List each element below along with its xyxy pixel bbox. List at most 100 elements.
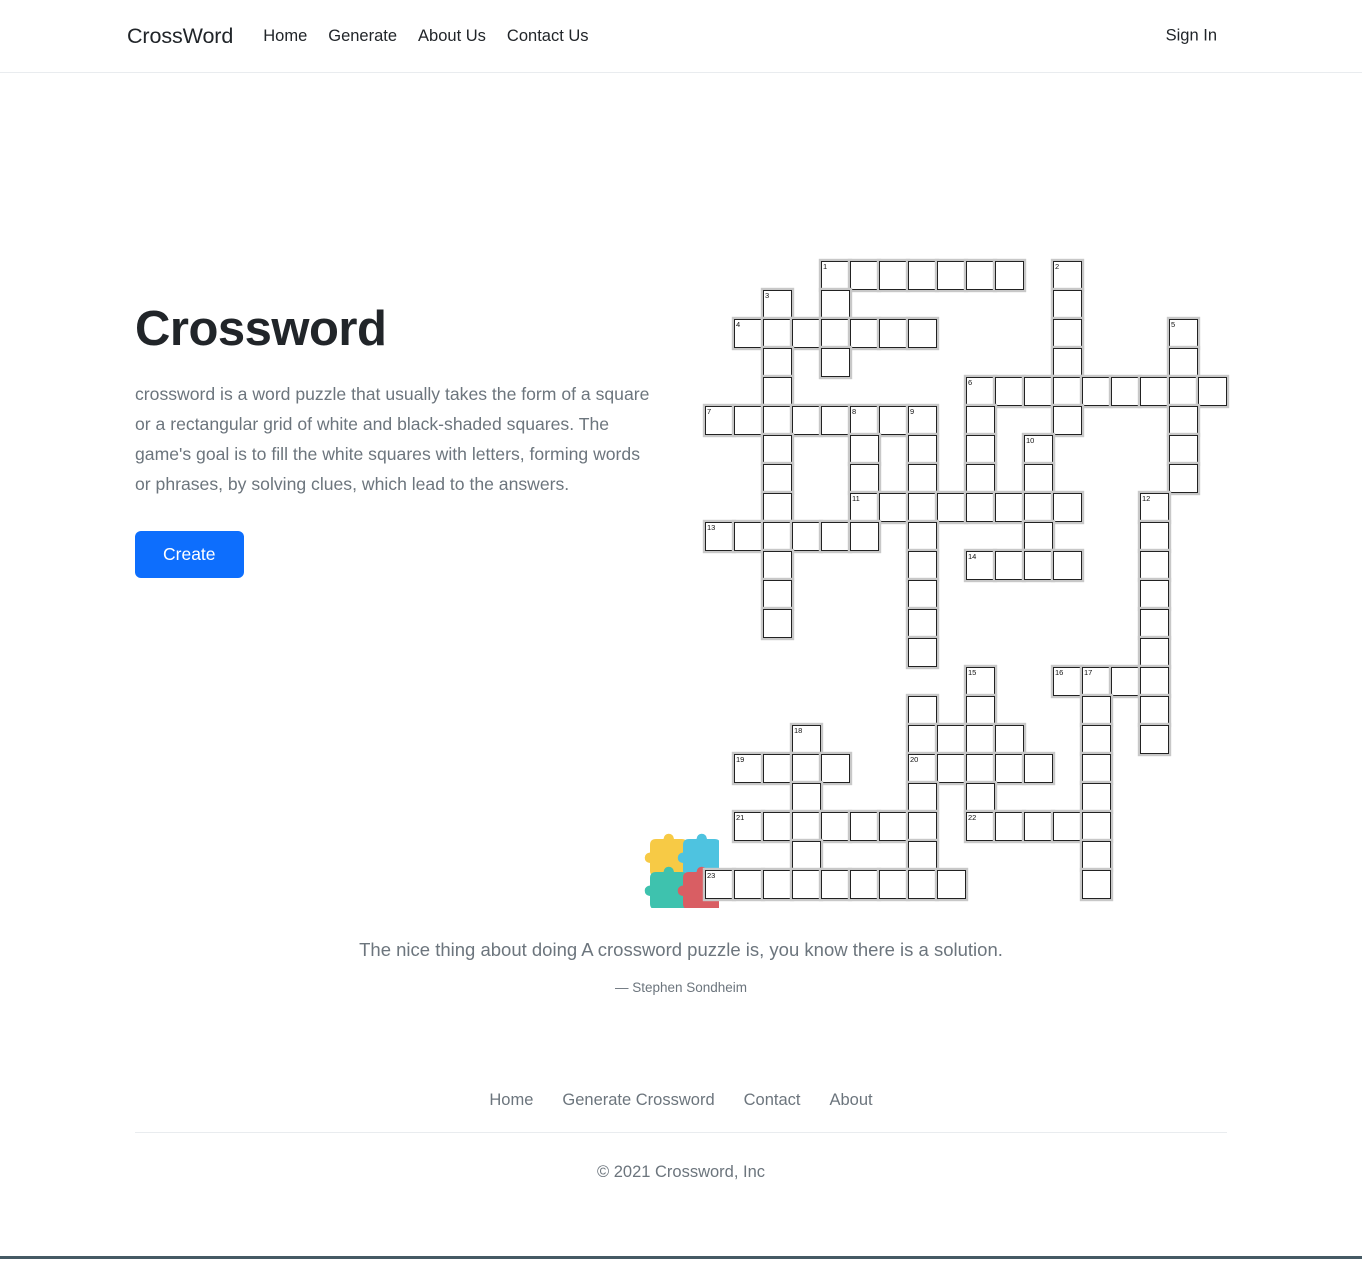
crossword-cell: 19 — [734, 754, 763, 783]
crossword-cell: 1 — [821, 261, 850, 290]
crossword-cell — [734, 522, 763, 551]
crossword-cell — [966, 406, 995, 435]
crossword-cell: 11 — [850, 493, 879, 522]
crossword-cell — [879, 493, 908, 522]
crossword-cell-number: 18 — [794, 726, 803, 735]
crossword-cell — [908, 493, 937, 522]
crossword-cell — [966, 754, 995, 783]
hero-description: crossword is a word puzzle that usually … — [135, 383, 650, 494]
footer-link-generate-crossword[interactable]: Generate Crossword — [562, 1091, 714, 1110]
crossword-cell — [1053, 290, 1082, 319]
brand-logo-link[interactable]: CrossWord — [127, 24, 233, 49]
crossword-cell — [908, 725, 937, 754]
copyright-text: © 2021 Crossword, Inc — [596, 1162, 766, 1181]
crossword-cell-number: 15 — [968, 668, 977, 677]
crossword-cell — [821, 522, 850, 551]
crossword-cell: 9 — [908, 406, 937, 435]
crossword-cell — [937, 725, 966, 754]
crossword-cell — [850, 319, 879, 348]
crossword-cell — [763, 870, 792, 899]
sign-in-link[interactable]: Sign In — [1166, 27, 1217, 45]
crossword-cell-number: 21 — [736, 813, 745, 822]
crossword-cell-number: 4 — [736, 320, 741, 329]
crossword-cell — [1053, 377, 1082, 406]
crossword-cell: 13 — [705, 522, 734, 551]
crossword-cell — [966, 493, 995, 522]
crossword-cell-number: 3 — [765, 291, 770, 300]
crossword-cell: 18 — [792, 725, 821, 754]
crossword-cell: 23 — [705, 870, 734, 899]
create-button[interactable]: Create — [135, 530, 244, 578]
crossword-cell — [1140, 609, 1169, 638]
crossword-cell: 20 — [908, 754, 937, 783]
crossword-cell — [850, 812, 879, 841]
crossword-cell — [821, 348, 850, 377]
crossword-cell — [1053, 319, 1082, 348]
crossword-cell — [763, 348, 792, 377]
crossword-cell-number: 9 — [910, 407, 915, 416]
crossword-cell — [1140, 725, 1169, 754]
crossword-cell-number: 22 — [968, 813, 977, 822]
crossword-cell — [1140, 638, 1169, 667]
crossword-cell — [821, 406, 850, 435]
crossword-cell — [1082, 696, 1111, 725]
crossword-cell — [850, 464, 879, 493]
footer-link-about[interactable]: About — [830, 1091, 873, 1110]
crossword-cell — [908, 464, 937, 493]
crossword-cell — [1111, 667, 1140, 696]
footer-link-contact[interactable]: Contact — [744, 1091, 801, 1110]
crossword-cell — [1024, 754, 1053, 783]
crossword-cell — [1169, 348, 1198, 377]
crossword-cell — [792, 841, 821, 870]
crossword-cell — [792, 319, 821, 348]
crossword-cell — [792, 870, 821, 899]
crossword-cell: 6 — [966, 377, 995, 406]
crossword-cell: 7 — [705, 406, 734, 435]
crossword-cell — [879, 812, 908, 841]
crossword-cell — [1082, 754, 1111, 783]
crossword-cell — [995, 377, 1024, 406]
crossword-cell — [908, 319, 937, 348]
crossword-illustration: 1 2 3 4 5 6 7 8 9 10 11 12 13 14 15 16 17 18 19 20 21 22 23 — [705, 261, 1245, 899]
nav-link-contact-us[interactable]: Contact Us — [507, 27, 589, 46]
crossword-cell — [792, 522, 821, 551]
crossword-cell — [1053, 348, 1082, 377]
crossword-cell — [1082, 812, 1111, 841]
crossword-cell — [879, 406, 908, 435]
crossword-cell — [1169, 377, 1198, 406]
crossword-cell — [966, 464, 995, 493]
crossword-cell-number: 8 — [852, 407, 857, 416]
crossword-cell — [908, 638, 937, 667]
footer-nav: Home Generate Crossword Contact About — [135, 1091, 1227, 1133]
hero-section: Crossword crossword is a word puzzle tha… — [0, 73, 1362, 899]
footer-link-home[interactable]: Home — [489, 1091, 533, 1110]
crossword-cell: 12 — [1140, 493, 1169, 522]
crossword-cell — [763, 522, 792, 551]
crossword-cell — [1053, 493, 1082, 522]
nav-link-generate[interactable]: Generate — [328, 27, 397, 46]
crossword-cell — [966, 783, 995, 812]
crossword-cell — [821, 870, 850, 899]
crossword-cell — [1169, 406, 1198, 435]
crossword-cell-number: 13 — [707, 523, 716, 532]
crossword-cell: 21 — [734, 812, 763, 841]
crossword-cell — [1169, 464, 1198, 493]
crossword-cell — [850, 522, 879, 551]
crossword-cell — [995, 754, 1024, 783]
crossword-cell — [879, 870, 908, 899]
nav-link-home[interactable]: Home — [263, 27, 307, 46]
crossword-cell — [1140, 580, 1169, 609]
nav-link-about-us[interactable]: About Us — [418, 27, 486, 46]
crossword-cell — [763, 319, 792, 348]
crossword-cell — [763, 464, 792, 493]
crossword-cell-number: 12 — [1142, 494, 1151, 503]
crossword-cell — [937, 261, 966, 290]
crossword-cell — [908, 783, 937, 812]
crossword-cell-number: 14 — [968, 552, 977, 561]
bottom-accent-bar — [0, 1256, 1362, 1265]
crossword-cell — [821, 812, 850, 841]
crossword-cell: 4 — [734, 319, 763, 348]
crossword-cell — [908, 261, 937, 290]
crossword-cell — [966, 696, 995, 725]
crossword-cell: 8 — [850, 406, 879, 435]
